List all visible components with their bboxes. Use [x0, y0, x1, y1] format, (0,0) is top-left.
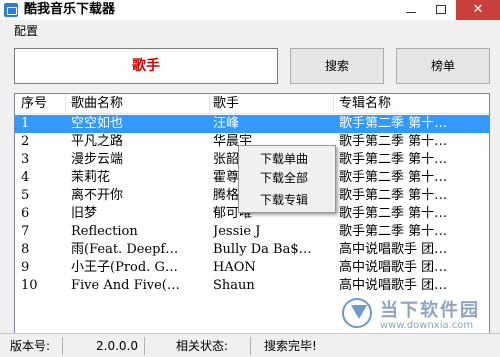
column-header-no[interactable]: 序号 — [21, 94, 61, 114]
row-singer: Shaun — [213, 278, 255, 293]
watermark: 当下软件园 www.downxia.com — [340, 296, 498, 340]
downxia-logo-icon — [342, 298, 372, 328]
state-value: 搜索完毕! — [264, 339, 317, 353]
row-album: 歌手第二季 第十… — [339, 116, 448, 131]
row-no: 7 — [21, 224, 30, 239]
row-song-name: Reflection — [71, 224, 138, 239]
row-no: 5 — [21, 188, 30, 203]
row-song-name: 离不开你 — [71, 188, 124, 203]
menu-config[interactable]: 配置 — [14, 24, 38, 38]
watermark-text: 当下软件园 — [380, 300, 480, 321]
search-button[interactable]: 搜索 — [290, 48, 384, 84]
context-menu: 下载单曲 下载全部 下载专辑 — [238, 145, 336, 213]
row-no: 10 — [21, 278, 38, 293]
list-header: 序号 歌曲名称 歌手 专辑名称 — [15, 94, 489, 114]
column-divider[interactable] — [333, 94, 334, 114]
title-bar: 酷我音乐下载器 ✕ — [0, 0, 500, 20]
row-song-name: 平凡之路 — [71, 134, 124, 149]
row-no: 6 — [21, 206, 30, 221]
row-no: 8 — [21, 242, 30, 257]
column-divider[interactable] — [65, 94, 66, 114]
version-label: 版本号: — [10, 339, 51, 353]
status-divider — [250, 337, 251, 355]
row-no: 2 — [21, 134, 30, 149]
window-title: 酷我音乐下载器 — [24, 2, 116, 17]
state-label: 相关状态: — [176, 339, 229, 353]
row-album: 歌手第二季 第十… — [339, 152, 448, 167]
row-song-name: 雨(Feat. Deepf… — [71, 242, 179, 257]
close-icon: ✕ — [472, 2, 484, 17]
table-row[interactable]: 8 雨(Feat. Deepf… Bully Da Ba$… 高中说唱歌手 团… — [15, 241, 489, 259]
column-header-name[interactable]: 歌曲名称 — [71, 94, 207, 114]
singer-input[interactable]: 歌手 — [14, 48, 278, 84]
row-album: 高中说唱歌手 团… — [339, 278, 448, 293]
table-row[interactable]: 9 小王子(Prod. G… HAON 高中说唱歌手 团… — [15, 259, 489, 277]
row-no: 1 — [21, 116, 30, 131]
table-row[interactable]: 10 Five And Five(… Shaun 高中说唱歌手 团… — [15, 277, 489, 295]
version-value: 2.0.0.0 — [96, 339, 138, 353]
row-album: 高中说唱歌手 团… — [339, 260, 448, 275]
minimize-icon — [406, 12, 416, 13]
chart-button[interactable]: 榜单 — [396, 48, 490, 84]
row-singer: Jessie J — [213, 224, 261, 239]
row-album: 歌手第二季 第十… — [339, 134, 448, 149]
status-divider — [62, 337, 63, 355]
status-divider — [144, 337, 145, 355]
column-header-album[interactable]: 专辑名称 — [339, 94, 479, 114]
row-album: 歌手第二季 第十… — [339, 188, 448, 203]
singer-label: 歌手 — [132, 58, 160, 74]
row-singer: HAON — [213, 260, 256, 275]
row-song-name: Five And Five(… — [71, 278, 180, 293]
column-header-singer[interactable]: 歌手 — [213, 94, 333, 114]
row-album: 歌手第二季 第十… — [339, 224, 448, 239]
row-album: 歌手第二季 第十… — [339, 170, 448, 185]
row-no: 3 — [21, 152, 30, 167]
menu-item-download-all[interactable]: 下载全部 — [240, 169, 334, 187]
column-divider[interactable] — [209, 94, 210, 114]
app-icon — [4, 3, 18, 17]
maximize-icon — [436, 5, 446, 14]
row-no: 4 — [21, 170, 30, 185]
watermark-url: www.downxia.com — [380, 320, 474, 331]
row-no: 9 — [21, 260, 30, 275]
row-album: 高中说唱歌手 团… — [339, 242, 448, 257]
row-song-name: 茉莉花 — [71, 170, 111, 185]
row-singer: Bully Da Ba$… — [213, 242, 312, 257]
table-row[interactable]: 7 Reflection Jessie J 歌手第二季 第十… — [15, 223, 489, 241]
table-row[interactable]: 1 空空如也 汪峰 歌手第二季 第十… — [15, 115, 489, 133]
row-album: 歌手第二季 第十… — [339, 206, 448, 221]
menu-item-download-single[interactable]: 下载单曲 — [240, 150, 334, 168]
minimize-button[interactable] — [396, 0, 426, 20]
row-song-name: 旧梦 — [71, 206, 98, 221]
row-song-name: 小王子(Prod. G… — [71, 260, 178, 275]
menu-item-download-album[interactable]: 下载专辑 — [240, 191, 334, 209]
row-song-name: 空空如也 — [71, 116, 124, 131]
menu-bar: 配置 — [0, 20, 500, 42]
close-button[interactable]: ✕ — [456, 0, 500, 20]
row-song-name: 漫步云端 — [71, 152, 124, 167]
maximize-button[interactable] — [426, 0, 456, 20]
row-singer: 汪峰 — [213, 116, 240, 131]
